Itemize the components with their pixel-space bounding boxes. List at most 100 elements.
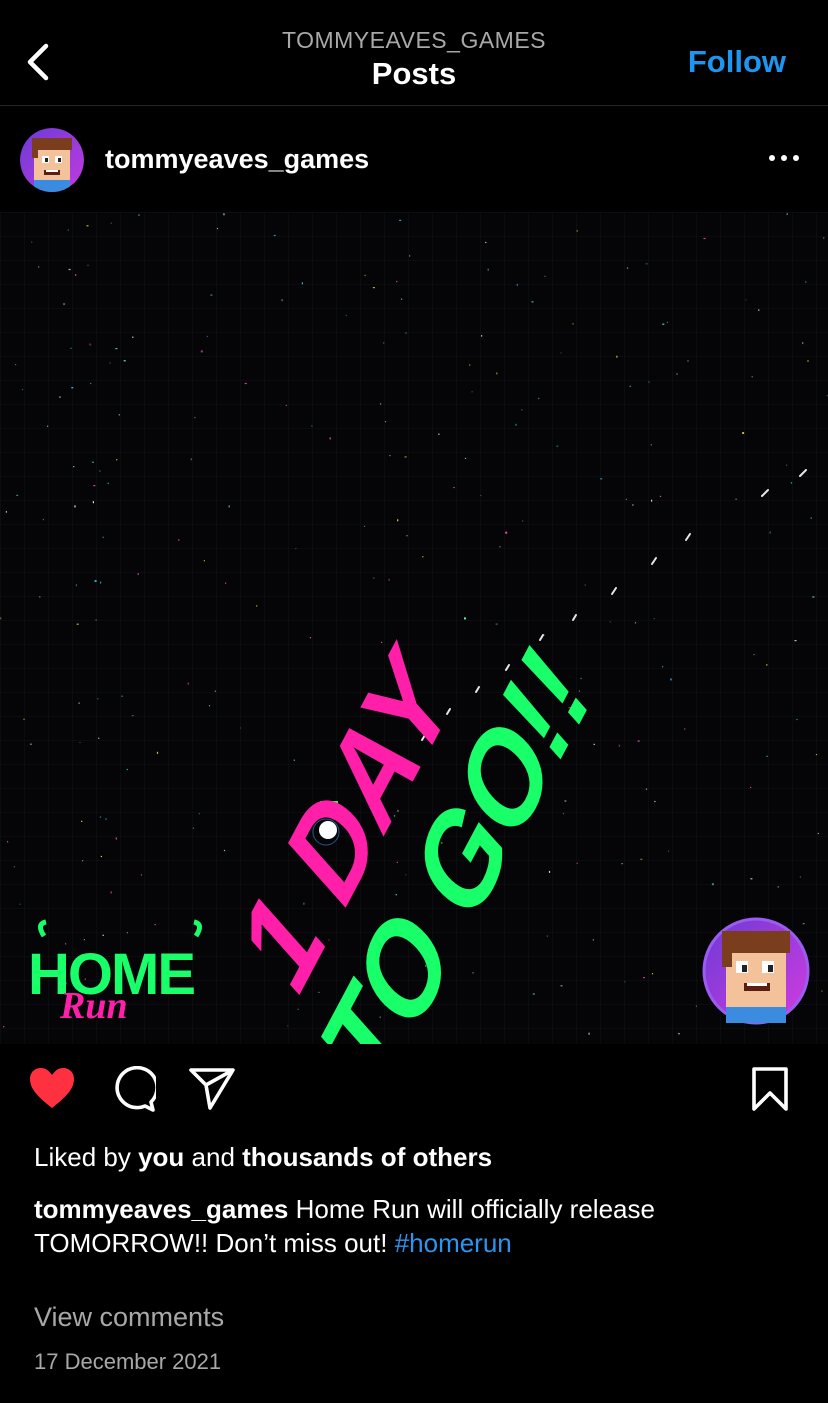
star bbox=[668, 850, 670, 852]
star bbox=[653, 618, 655, 620]
star bbox=[281, 299, 283, 302]
caption-username[interactable]: tommyeaves_games bbox=[34, 1194, 288, 1224]
star bbox=[0, 617, 2, 620]
star bbox=[499, 546, 501, 548]
star bbox=[198, 813, 200, 815]
star bbox=[47, 425, 49, 427]
star bbox=[703, 237, 706, 240]
star bbox=[805, 281, 807, 283]
star bbox=[397, 519, 399, 522]
star bbox=[556, 445, 559, 447]
star bbox=[495, 623, 498, 625]
star bbox=[670, 678, 672, 681]
star bbox=[94, 580, 97, 582]
view-comments-link[interactable]: View comments bbox=[34, 1302, 224, 1333]
star bbox=[618, 744, 620, 747]
star bbox=[68, 268, 71, 271]
star bbox=[469, 364, 471, 366]
star bbox=[95, 619, 97, 621]
star bbox=[118, 414, 120, 416]
more-horizontal-icon[interactable] bbox=[768, 148, 800, 168]
post-caption: tommyeaves_games Home Run will officiall… bbox=[34, 1192, 794, 1260]
avatar[interactable] bbox=[20, 128, 84, 192]
star bbox=[81, 820, 83, 822]
star bbox=[74, 505, 76, 508]
star bbox=[216, 227, 219, 230]
star bbox=[5, 511, 7, 513]
star bbox=[102, 934, 104, 936]
star bbox=[786, 213, 788, 215]
star bbox=[422, 556, 424, 558]
star bbox=[621, 863, 623, 865]
star bbox=[97, 698, 99, 700]
star bbox=[648, 381, 650, 383]
star bbox=[192, 827, 194, 829]
star bbox=[19, 903, 21, 905]
star bbox=[102, 536, 104, 538]
star bbox=[187, 682, 189, 685]
comment-icon[interactable] bbox=[110, 1066, 156, 1112]
star bbox=[79, 741, 81, 744]
star bbox=[751, 376, 753, 378]
star bbox=[295, 547, 297, 550]
star bbox=[662, 323, 665, 325]
star bbox=[301, 282, 303, 285]
star bbox=[548, 870, 551, 873]
follow-button[interactable]: Follow bbox=[688, 44, 786, 80]
star bbox=[100, 581, 102, 584]
star bbox=[786, 464, 788, 466]
star bbox=[140, 874, 142, 876]
star bbox=[126, 932, 128, 934]
star bbox=[210, 294, 213, 296]
star bbox=[625, 498, 627, 500]
post-username[interactable]: tommyeaves_games bbox=[105, 144, 369, 175]
paper-plane-icon[interactable] bbox=[188, 1066, 236, 1112]
star bbox=[481, 335, 483, 337]
star bbox=[373, 577, 375, 579]
star bbox=[194, 417, 196, 419]
star bbox=[364, 274, 366, 276]
likes-summary[interactable]: Liked by you and thousands of others bbox=[34, 1142, 492, 1173]
star bbox=[651, 499, 653, 502]
star bbox=[396, 280, 398, 283]
star bbox=[624, 981, 626, 983]
star bbox=[405, 332, 407, 334]
star bbox=[78, 702, 80, 704]
star bbox=[285, 404, 287, 406]
star bbox=[16, 494, 19, 496]
star bbox=[471, 391, 473, 393]
bookmark-icon[interactable] bbox=[750, 1066, 790, 1112]
star bbox=[745, 299, 747, 301]
star bbox=[645, 263, 648, 265]
star bbox=[546, 935, 548, 937]
star bbox=[769, 531, 771, 534]
star bbox=[58, 396, 61, 398]
star bbox=[311, 425, 313, 427]
logo-script: Run bbox=[59, 985, 128, 1027]
star bbox=[487, 268, 489, 271]
star bbox=[399, 219, 402, 221]
star bbox=[329, 437, 331, 440]
star bbox=[750, 878, 753, 880]
star bbox=[90, 382, 92, 385]
star bbox=[123, 360, 126, 362]
star bbox=[110, 891, 112, 894]
caption-hashtag[interactable]: #homerun bbox=[395, 1228, 512, 1258]
star bbox=[592, 939, 594, 941]
star bbox=[753, 654, 755, 656]
heart-icon[interactable] bbox=[28, 1066, 76, 1110]
star bbox=[121, 695, 123, 697]
star bbox=[21, 388, 24, 391]
star bbox=[538, 397, 540, 400]
star bbox=[31, 241, 33, 243]
star bbox=[626, 267, 629, 269]
star bbox=[244, 382, 247, 385]
star bbox=[309, 637, 311, 639]
star bbox=[240, 727, 242, 729]
star bbox=[584, 584, 586, 586]
star bbox=[609, 621, 611, 623]
post-image[interactable]: 1 DAY TO GO!! HOME Run bbox=[0, 212, 828, 1044]
star bbox=[678, 1033, 680, 1035]
star bbox=[750, 786, 752, 788]
likes-you: you bbox=[138, 1142, 185, 1172]
